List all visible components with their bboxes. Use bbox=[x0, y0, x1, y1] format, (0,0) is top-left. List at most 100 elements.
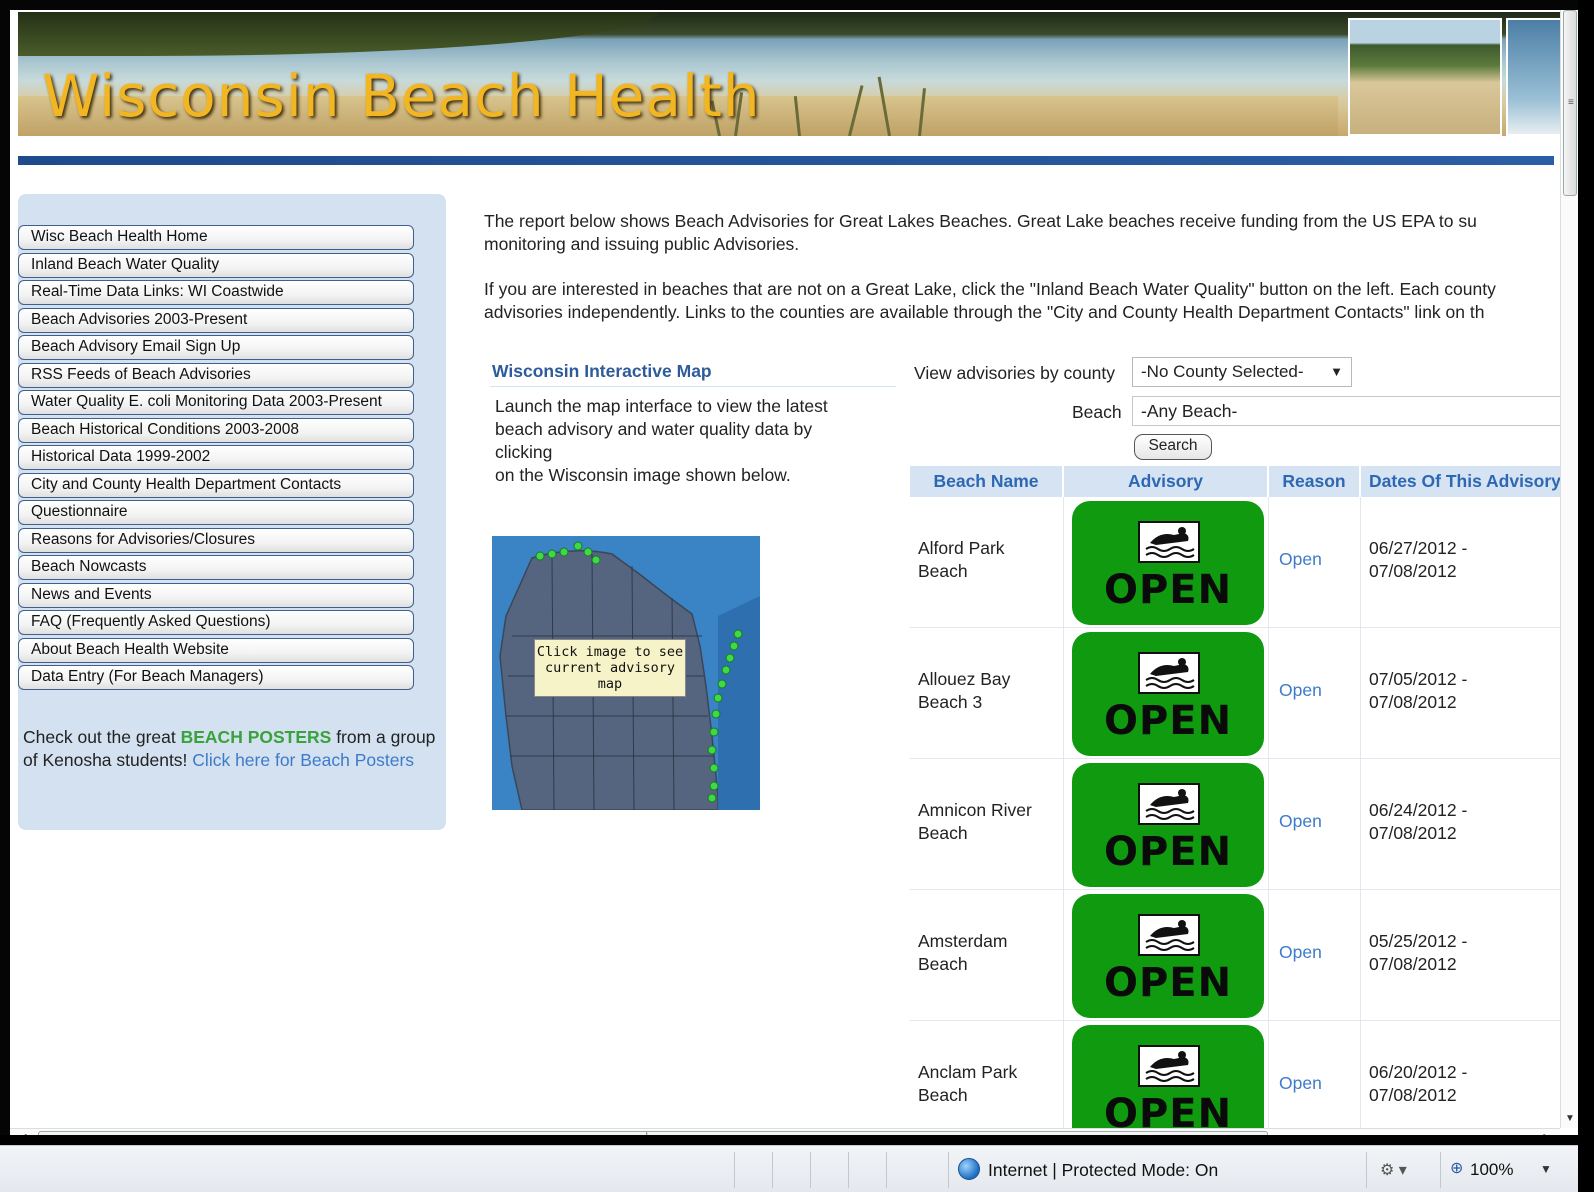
nav-item-data-entry[interactable]: Data Entry (For Beach Managers) bbox=[18, 665, 414, 690]
date-from: 06/20/2012 - bbox=[1369, 1062, 1468, 1082]
reason-link[interactable]: Open bbox=[1269, 1021, 1361, 1135]
swimmer-icon bbox=[1138, 783, 1200, 825]
nav-item-health-contacts[interactable]: City and County Health Department Contac… bbox=[18, 472, 414, 498]
beach-name: Beach bbox=[918, 1085, 968, 1105]
scroll-left-arrow-icon[interactable]: ◀ bbox=[18, 1131, 26, 1135]
beach-name: Beach bbox=[918, 954, 968, 974]
intro-line: The report below shows Beach Advisories … bbox=[484, 211, 1477, 231]
posters-promo: Check out the great BEACH POSTERS from a… bbox=[23, 726, 443, 772]
status-divider bbox=[886, 1152, 887, 1188]
nav-item-advisories[interactable]: Beach Advisories 2003-Present bbox=[18, 307, 414, 333]
dates-cell: 05/25/2012 - 07/08/2012 bbox=[1361, 890, 1578, 1021]
advisory-cell: OPEN bbox=[1064, 1021, 1269, 1135]
wisconsin-map-image[interactable]: Click image to see current advisory map bbox=[492, 536, 760, 810]
intro-line: monitoring and issuing public Advisories… bbox=[484, 234, 800, 254]
status-divider bbox=[848, 1152, 849, 1188]
open-status-badge: OPEN bbox=[1072, 894, 1264, 1018]
map-desc-line: Launch the map interface to view the lat… bbox=[495, 396, 828, 416]
nav-item-rss-feeds[interactable]: RSS Feeds of Beach Advisories bbox=[18, 362, 414, 388]
map-tooltip: Click image to see current advisory map bbox=[534, 639, 686, 697]
vertical-scroll-thumb[interactable]: ≡ bbox=[1563, 10, 1577, 196]
beach-label: Beach bbox=[1072, 402, 1122, 422]
table-row: Amnicon River Beach OPEN Open 06/24/2012 … bbox=[910, 759, 1578, 890]
dates-cell: 07/05/2012 - 07/08/2012 bbox=[1361, 628, 1578, 759]
nav-item-inland-water-quality[interactable]: Inland Beach Water Quality bbox=[18, 252, 414, 278]
site-banner: Wisconsin Beach Health bbox=[18, 12, 1578, 136]
open-status-badge: OPEN bbox=[1072, 1025, 1264, 1135]
intro-line: If you are interested in beaches that ar… bbox=[484, 279, 1496, 299]
table-row: Anclam Park Beach OPEN Open 06/20/2012 -0… bbox=[910, 1021, 1578, 1135]
beach-name-cell: Amnicon River Beach bbox=[910, 759, 1064, 890]
swimmer-icon bbox=[1138, 1045, 1200, 1087]
security-zone-status[interactable]: Internet | Protected Mode: On bbox=[988, 1160, 1218, 1181]
table-row: Amsterdam Beach OPEN Open 05/25/2012 - 07/… bbox=[910, 890, 1578, 1021]
sidebar-nav: Wisc Beach Health Home Inland Beach Wate… bbox=[18, 225, 414, 693]
advisory-status: OPEN bbox=[1103, 567, 1233, 613]
search-button[interactable]: Search bbox=[1134, 434, 1212, 460]
county-select[interactable]: -No County Selected- ▼ bbox=[1132, 357, 1352, 387]
vertical-scrollbar[interactable]: ≡ ▼ bbox=[1560, 10, 1578, 1128]
beach-select[interactable]: -Any Beach- bbox=[1132, 396, 1572, 426]
nav-item-faq[interactable]: FAQ (Frequently Asked Questions) bbox=[18, 610, 414, 635]
browser-status-bar: Internet | Protected Mode: On ⚙ ▾ ⊕ 100%… bbox=[0, 1145, 1578, 1192]
map-desc-line: on the Wisconsin image shown below. bbox=[495, 465, 791, 485]
tooltip-line: Click image to see bbox=[536, 644, 684, 660]
beach-posters-link[interactable]: Click here for Beach Posters bbox=[192, 750, 414, 770]
open-status-badge: OPEN bbox=[1072, 501, 1264, 625]
reason-link[interactable]: Open bbox=[1269, 628, 1361, 759]
beach-name: Beach 3 bbox=[918, 692, 983, 712]
chevron-down-icon: ▼ bbox=[1330, 364, 1343, 379]
nav-item-questionnaire[interactable]: Questionnaire bbox=[18, 500, 414, 525]
map-title: Wisconsin Interactive Map bbox=[490, 358, 896, 387]
beach-photo bbox=[1348, 18, 1502, 136]
status-divider bbox=[810, 1152, 811, 1188]
status-divider bbox=[948, 1152, 949, 1188]
nav-item-realtime-data[interactable]: Real-Time Data Links: WI Coastwide bbox=[18, 280, 414, 305]
beach-posters-label: BEACH POSTERS bbox=[180, 727, 332, 747]
date-from: 07/05/2012 - bbox=[1369, 669, 1468, 689]
beach-name: Amsterdam bbox=[918, 931, 1008, 951]
column-header-beach-name[interactable]: Beach Name bbox=[910, 466, 1064, 497]
scroll-down-arrow-icon[interactable]: ▼ bbox=[1565, 1113, 1575, 1124]
intro-line: advisories independently. Links to the c… bbox=[484, 302, 1485, 322]
internet-zone-globe-icon bbox=[958, 1158, 980, 1180]
zoom-magnifier-icon[interactable]: ⊕ bbox=[1450, 1158, 1463, 1178]
reason-link[interactable]: Open bbox=[1269, 759, 1361, 890]
nav-item-home[interactable]: Wisc Beach Health Home bbox=[18, 225, 414, 250]
nav-item-ecoli-data[interactable]: Water Quality E. coli Monitoring Data 20… bbox=[18, 390, 414, 415]
sidebar: Wisc Beach Health Home Inland Beach Wate… bbox=[18, 194, 446, 830]
advisory-status: OPEN bbox=[1103, 960, 1233, 1006]
zoom-level[interactable]: 100% bbox=[1470, 1160, 1513, 1180]
column-header-reason[interactable]: Reason bbox=[1269, 466, 1361, 497]
protected-mode-icon[interactable]: ⚙ ▾ bbox=[1380, 1160, 1407, 1180]
advisory-status: OPEN bbox=[1103, 829, 1233, 875]
reason-link[interactable]: Open bbox=[1269, 497, 1361, 628]
advisory-cell: OPEN bbox=[1064, 759, 1269, 890]
nav-item-reasons[interactable]: Reasons for Advisories/Closures bbox=[18, 527, 414, 553]
beach-name: Amnicon River bbox=[918, 800, 1032, 820]
beach-name-cell: Anclam Park Beach bbox=[910, 1021, 1064, 1135]
reason-link[interactable]: Open bbox=[1269, 890, 1361, 1021]
nav-item-about[interactable]: About Beach Health Website bbox=[18, 637, 414, 663]
nav-item-historical-conditions[interactable]: Beach Historical Conditions 2003-2008 bbox=[18, 417, 414, 443]
nav-item-historical-data[interactable]: Historical Data 1999-2002 bbox=[18, 445, 414, 470]
nav-item-email-signup[interactable]: Beach Advisory Email Sign Up bbox=[18, 335, 414, 360]
date-to: 07/08/2012 bbox=[1369, 561, 1457, 581]
chevron-down-icon[interactable]: ▼ bbox=[1540, 1162, 1552, 1176]
nav-item-nowcasts[interactable]: Beach Nowcasts bbox=[18, 555, 414, 580]
scroll-right-arrow-icon[interactable]: ▶ bbox=[1544, 1131, 1552, 1135]
banner-divider bbox=[18, 156, 1554, 165]
date-to: 07/08/2012 bbox=[1369, 954, 1457, 974]
beach-name: Allouez Bay bbox=[918, 669, 1011, 689]
column-header-advisory[interactable]: Advisory bbox=[1064, 466, 1269, 497]
beach-name: Anclam Park bbox=[918, 1062, 1018, 1082]
status-divider bbox=[772, 1152, 773, 1188]
dates-cell: 06/24/2012 - 07/08/2012 bbox=[1361, 759, 1578, 890]
horizontal-scroll-thumb[interactable]: ⁞ bbox=[38, 1130, 1268, 1135]
column-header-dates[interactable]: Dates Of This Advisory bbox=[1361, 466, 1578, 497]
nav-item-news[interactable]: News and Events bbox=[18, 582, 414, 608]
advisory-cell: OPEN bbox=[1064, 628, 1269, 759]
status-divider bbox=[734, 1152, 735, 1188]
county-select-value: -No County Selected- bbox=[1141, 362, 1304, 381]
horizontal-scrollbar[interactable]: ◀ ⁞ ▶ bbox=[10, 1128, 1560, 1135]
